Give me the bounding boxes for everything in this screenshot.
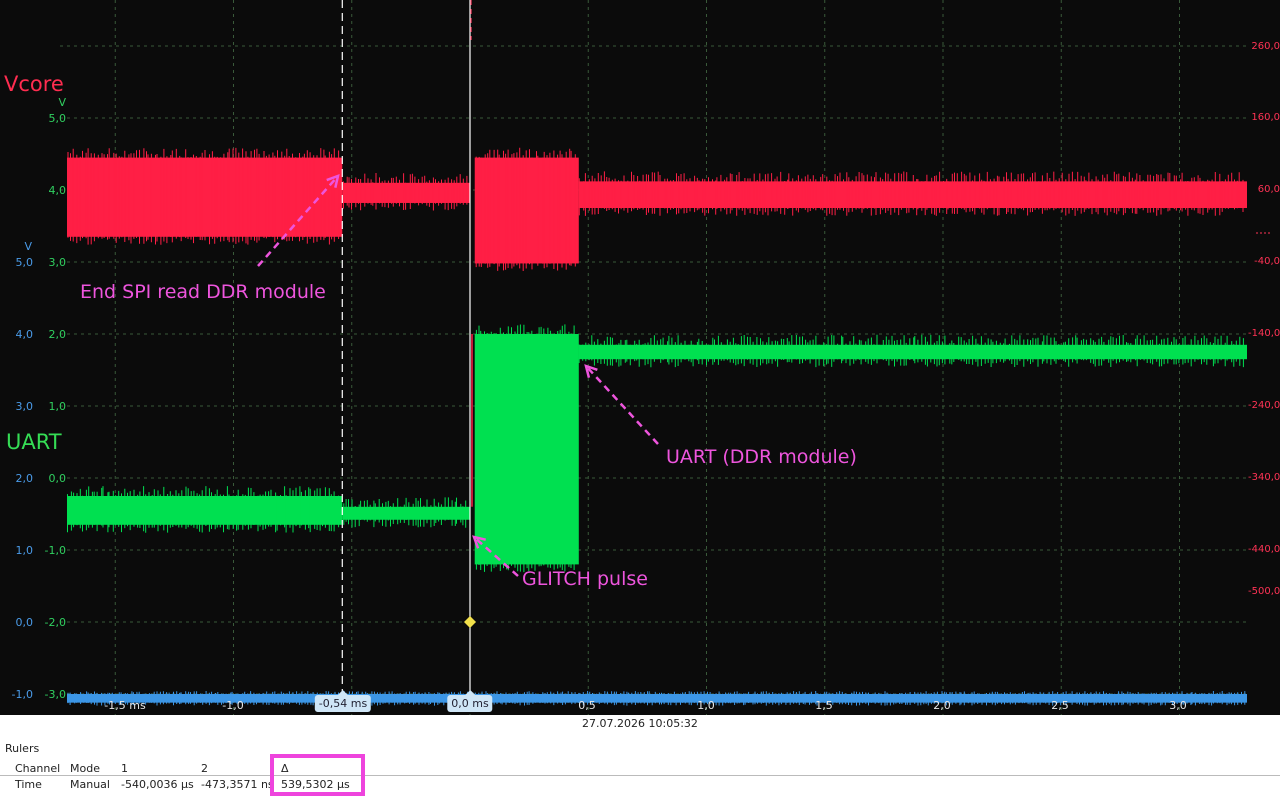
rulers-header-channel: Channel — [15, 762, 61, 775]
rulers-row-1: -540,0036 µs — [121, 778, 194, 791]
rulers-header-2: 2 — [201, 762, 208, 775]
cursor-1-badge[interactable]: -0,54 ms — [314, 690, 372, 712]
right-axis-tick: -500,0 — [1248, 586, 1280, 597]
right-axis-tick: -240,0 — [1248, 400, 1280, 411]
right-axis-tick: 160,0 — [1251, 112, 1280, 123]
oscilloscope-display[interactable]: Vcore UART V V 5,0 4,0 5,0 4,0 3,0 2,0 1… — [0, 0, 1280, 715]
x-tick-label: 2,0 — [933, 699, 951, 712]
x-tick-label: 1,0 — [697, 699, 715, 712]
x-tick-label: 2,5 — [1051, 699, 1069, 712]
x-tick-label: 1,5 — [815, 699, 833, 712]
rulers-header-1: 1 — [121, 762, 128, 775]
series-vcore-band — [474, 157, 579, 264]
rulers-title: Rulers — [5, 742, 40, 755]
blue-axis-unit: V — [24, 240, 32, 253]
capture-timestamp: 27.07.2026 10:05:32 — [582, 717, 698, 730]
green-axis-tick: 2,0 — [48, 328, 67, 341]
annotation-uart-ddr: UART (DDR module) — [666, 446, 857, 468]
green-axis-tick: 0,0 — [48, 472, 67, 485]
right-axis-tick: -140,0 — [1248, 328, 1280, 339]
annotation-end-spi: End SPI read DDR module — [80, 281, 326, 303]
channel-label-uart: UART — [6, 430, 62, 454]
green-axis-tick: -1,0 — [44, 544, 66, 557]
x-tick-label: -1,5 ms — [104, 699, 146, 712]
red-axis-tick: 5,0 — [48, 112, 67, 125]
rulers-row-2: -473,3571 ns — [201, 778, 274, 791]
rulers-row-mode: Manual — [70, 778, 110, 791]
red-axis-tick: 4,0 — [48, 184, 67, 197]
rulers-header-mode: Mode — [70, 762, 100, 775]
green-axis-tick: 1,0 — [48, 400, 67, 413]
annotation-glitch: GLITCH pulse — [522, 568, 648, 590]
rulers-divider — [0, 775, 1280, 776]
x-tick-label: 3,0 — [1169, 699, 1187, 712]
right-axis-tick: -340,0 — [1248, 472, 1280, 483]
rulers-row-channel: Time — [15, 778, 42, 791]
red-axis-unit: V — [58, 96, 66, 109]
green-axis-tick: -3,0 — [44, 688, 66, 701]
right-axis-tick: -40,0 — [1254, 256, 1280, 267]
x-tick-label: -1,0 — [222, 699, 244, 712]
right-axis-tick: 260,0 — [1251, 41, 1280, 52]
arrow-uart-ddr — [585, 365, 659, 445]
waveform-plot[interactable] — [0, 0, 1280, 715]
right-axis-tick: 60,0 — [1257, 184, 1280, 195]
series-vcore-band — [342, 182, 470, 203]
green-axis-tick: 3,0 — [48, 256, 67, 269]
channel-label-vcore: Vcore — [4, 72, 64, 96]
glitch-marker — [464, 616, 476, 628]
cursor-2-badge[interactable]: 0,0 ms — [447, 690, 493, 712]
delta-highlight-box — [270, 754, 365, 796]
x-tick-label: 0,5 — [578, 699, 596, 712]
right-axis-tick: -440,0 — [1248, 544, 1280, 555]
green-axis-tick: -2,0 — [44, 616, 66, 629]
